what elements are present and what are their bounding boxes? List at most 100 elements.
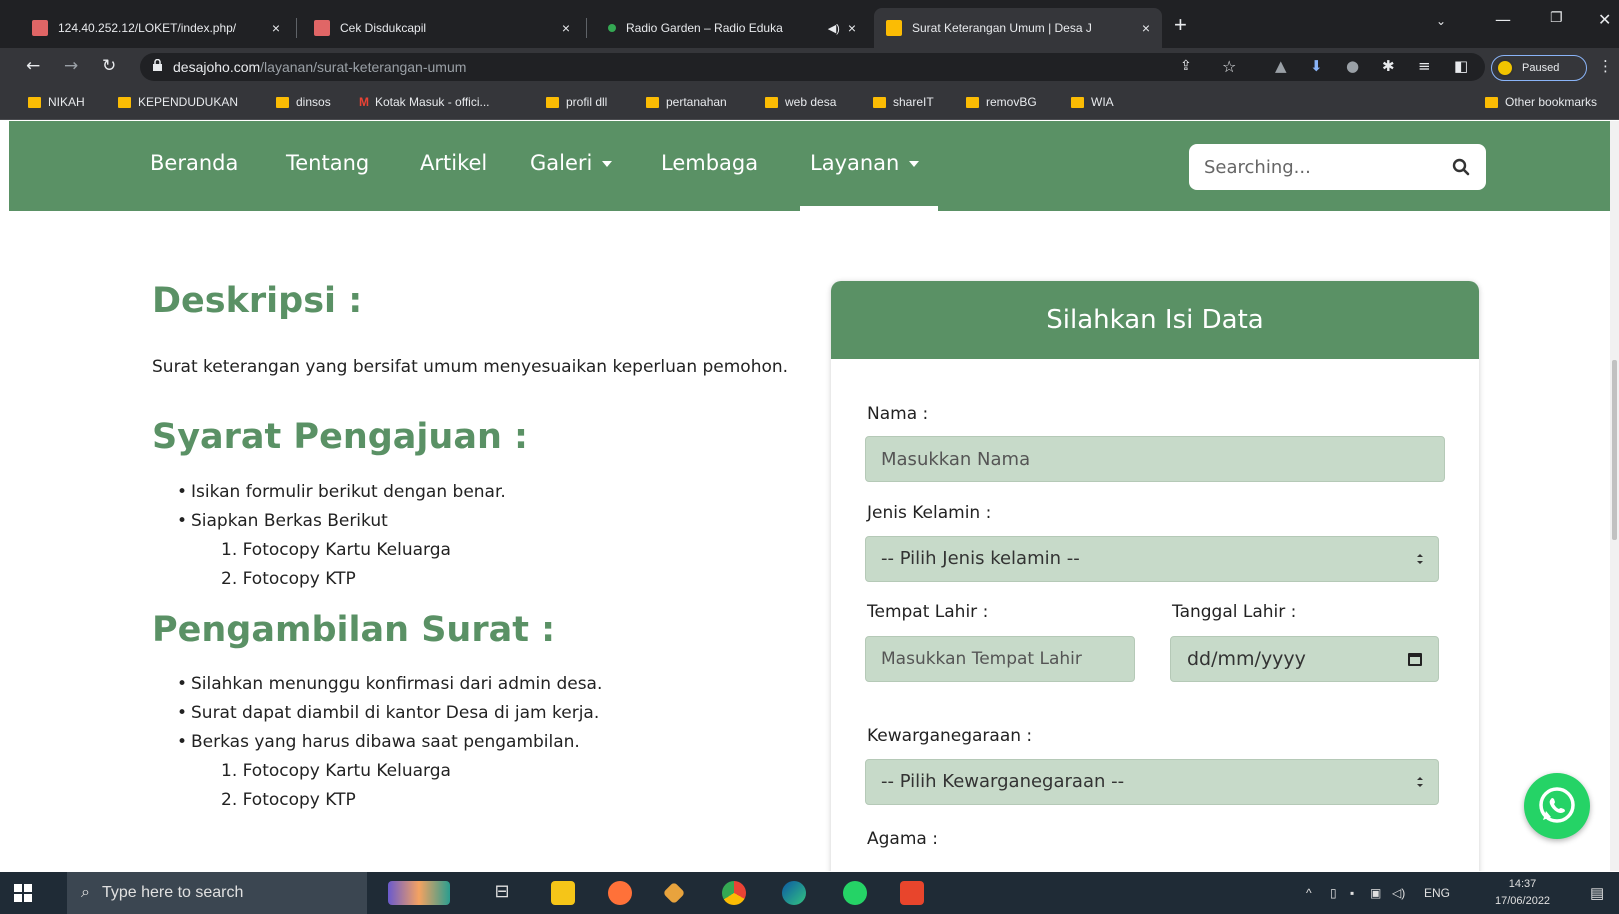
- folder-icon: [1071, 96, 1084, 108]
- bookmark-web-desa[interactable]: web desa: [765, 95, 836, 109]
- network-icon[interactable]: ▪: [1350, 886, 1354, 900]
- search-input[interactable]: [1189, 144, 1439, 190]
- search-icon: ⌕: [81, 884, 90, 901]
- tab-title: 124.40.252.12/LOKET/index.php/: [58, 21, 237, 35]
- bookmark-pertanahan[interactable]: pertanahan: [646, 95, 727, 109]
- media-control-icon[interactable]: ≡: [1418, 57, 1431, 75]
- tab-favicon-icon: [886, 20, 902, 36]
- task-view-icon[interactable]: ⊟: [490, 881, 514, 905]
- tab-title: Surat Keterangan Umum | Desa J: [912, 21, 1092, 35]
- bookmark-label: WIA: [1091, 95, 1114, 109]
- search-highlight-icon[interactable]: [388, 881, 450, 905]
- language-indicator[interactable]: ENG: [1424, 886, 1450, 900]
- date-value: dd/mm/yyyy: [1187, 648, 1306, 670]
- tray-chevron-icon[interactable]: ^: [1306, 886, 1312, 900]
- puzzle-icon[interactable]: ✱: [1382, 57, 1395, 75]
- bookmark-nikah[interactable]: NIKAH: [28, 95, 85, 109]
- nav-tentang[interactable]: Tentang: [286, 151, 369, 175]
- bookmark-dinsos[interactable]: dinsos: [276, 95, 331, 109]
- bookmark-profil-dll[interactable]: profil dll: [546, 95, 607, 109]
- app-icon[interactable]: [662, 881, 686, 905]
- kewarganegaraan-value: -- Pilih Kewarganegaraan --: [881, 771, 1125, 792]
- minimize-icon[interactable]: —: [1495, 10, 1511, 29]
- active-nav-indicator: [800, 206, 938, 211]
- kewarganegaraan-select[interactable]: -- Pilih Kewarganegaraan --: [865, 759, 1439, 805]
- tanggal-lahir-label: Tanggal Lahir :: [1172, 602, 1297, 622]
- bookmark-shareit[interactable]: shareIT: [873, 95, 934, 109]
- nama-input[interactable]: [865, 436, 1445, 482]
- gmail-icon: M: [359, 95, 369, 109]
- bookmark-label: Kotak Masuk - offici...: [375, 95, 490, 109]
- firefox-icon[interactable]: [608, 881, 632, 905]
- display-icon[interactable]: ▣: [1370, 886, 1381, 900]
- close-tab-icon[interactable]: ×: [1142, 20, 1150, 36]
- caret-down-icon: [602, 161, 613, 167]
- windows-start-icon[interactable]: [14, 884, 32, 902]
- nav-artikel[interactable]: Artikel: [420, 151, 487, 175]
- volume-icon[interactable]: ◁): [1392, 886, 1405, 900]
- extension-icon[interactable]: ▲: [1275, 57, 1287, 75]
- back-icon[interactable]: ←: [26, 56, 40, 76]
- download-icon[interactable]: ⬇: [1310, 57, 1323, 75]
- restore-icon[interactable]: ❐: [1550, 10, 1563, 26]
- tab-loket[interactable]: 124.40.252.12/LOKET/index.php/ ×: [20, 8, 292, 48]
- jenis-kelamin-select[interactable]: -- Pilih Jenis kelamin --: [865, 536, 1439, 582]
- bookmark-kotak-masuk[interactable]: M Kotak Masuk - offici...: [359, 95, 490, 109]
- app-icon[interactable]: [900, 881, 924, 905]
- system-clock[interactable]: 14:37 17/06/2022: [1495, 876, 1550, 910]
- close-tab-icon[interactable]: ×: [848, 20, 856, 36]
- tab-cek-disdukcapil[interactable]: Cek Disdukcapil ×: [302, 8, 582, 48]
- tempat-lahir-input[interactable]: [865, 636, 1135, 682]
- file-explorer-icon[interactable]: [551, 881, 575, 905]
- nama-label: Nama :: [867, 404, 929, 424]
- tab-title: Cek Disdukcapil: [340, 21, 427, 35]
- close-tab-icon[interactable]: ×: [272, 20, 280, 36]
- side-panel-icon[interactable]: ◧: [1454, 57, 1468, 75]
- bookmark-star-icon[interactable]: ☆: [1222, 57, 1236, 76]
- close-tab-icon[interactable]: ×: [562, 20, 570, 36]
- bookmark-label: web desa: [785, 95, 837, 109]
- edge-icon[interactable]: [782, 881, 806, 905]
- whatsapp-icon: [1539, 787, 1575, 823]
- calendar-icon[interactable]: [1408, 653, 1422, 666]
- nav-lembaga[interactable]: Lembaga: [661, 151, 758, 175]
- notifications-icon[interactable]: ▤: [1590, 884, 1604, 902]
- tab-search-icon[interactable]: ⌄: [1436, 14, 1446, 28]
- tab-radio-garden[interactable]: Radio Garden – Radio Eduka ◀) ×: [592, 8, 868, 48]
- bookmark-kependudukan[interactable]: KEPENDUDUKAN: [118, 95, 238, 109]
- whatsapp-chat-button[interactable]: [1524, 773, 1590, 839]
- folder-icon: [873, 96, 886, 108]
- bookmark-removbg[interactable]: removBG: [966, 95, 1037, 109]
- whatsapp-app-icon[interactable]: [843, 881, 867, 905]
- close-window-icon[interactable]: ✕: [1598, 10, 1611, 29]
- nav-beranda[interactable]: Beranda: [150, 151, 238, 175]
- clock-time: 14:37: [1508, 878, 1537, 890]
- other-bookmarks[interactable]: Other bookmarks: [1485, 95, 1597, 109]
- tempat-lahir-label: Tempat Lahir :: [867, 602, 989, 622]
- taskbar-search[interactable]: ⌕ Type here to search: [67, 872, 367, 914]
- bookmark-wia[interactable]: WIA: [1071, 95, 1114, 109]
- audio-playing-icon[interactable]: ◀): [828, 22, 840, 35]
- kewarganegaraan-label: Kewarganegaraan :: [867, 726, 1033, 746]
- bookmarks-bar: NIKAH KEPENDUDUKAN dinsos M Kotak Masuk -…: [0, 86, 1619, 120]
- scrollbar-thumb[interactable]: [1612, 360, 1617, 540]
- profile-paused-button[interactable]: Paused: [1491, 55, 1587, 81]
- tab-favicon-icon: [608, 24, 616, 32]
- reload-icon[interactable]: ↻: [102, 56, 116, 76]
- nav-layanan[interactable]: Layanan: [810, 151, 920, 175]
- nav-galeri[interactable]: Galeri: [530, 151, 613, 175]
- search-icon[interactable]: [1452, 158, 1470, 176]
- new-tab-button[interactable]: +: [1174, 12, 1187, 38]
- forward-icon[interactable]: →: [64, 56, 78, 76]
- tab-surat-keterangan[interactable]: Surat Keterangan Umum | Desa J ×: [874, 8, 1162, 48]
- tanggal-lahir-input[interactable]: dd/mm/yyyy: [1170, 636, 1439, 682]
- menu-dots-icon[interactable]: ⋮: [1598, 57, 1613, 75]
- form-title: Silahkan Isi Data: [831, 281, 1479, 359]
- share-icon[interactable]: ⇪: [1180, 58, 1192, 74]
- chrome-icon[interactable]: [722, 881, 746, 905]
- select-arrows-icon: [1417, 554, 1423, 564]
- tray-app-icon[interactable]: ▯: [1330, 886, 1337, 900]
- bookmark-label: profil dll: [566, 95, 608, 109]
- list-item: 1. Fotocopy Kartu Keluarga: [221, 540, 451, 560]
- extension-icon[interactable]: ●: [1346, 57, 1359, 75]
